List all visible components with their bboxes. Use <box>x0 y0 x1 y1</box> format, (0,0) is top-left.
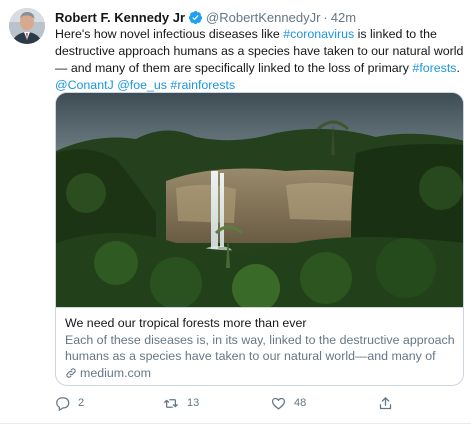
card-description: Each of these diseases is, in its way, l… <box>65 333 455 363</box>
tweet-text: Here's how novel infectious diseases lik… <box>55 26 465 94</box>
link-preview-card[interactable]: We need our tropical forests more than e… <box>55 92 464 386</box>
card-domain: medium.com <box>65 365 456 381</box>
header-separator: · <box>323 9 328 25</box>
tweet-header: Robert F. Kennedy Jr @RobertKennedyJr · … <box>55 7 461 27</box>
card-domain-text: medium.com <box>80 366 151 380</box>
reply-icon <box>56 396 70 411</box>
tweet-text-part: Here's how novel infectious diseases lik… <box>55 27 284 41</box>
verified-badge-icon <box>188 10 203 24</box>
hashtag-coronavirus[interactable]: #coronavirus <box>283 27 354 41</box>
avatar-photo <box>9 8 45 44</box>
tweet[interactable]: Robert F. Kennedy Jr @RobertKennedyJr · … <box>0 0 471 424</box>
like-icon <box>271 397 286 410</box>
share-icon <box>379 396 392 409</box>
reply-count: 2 <box>78 397 85 409</box>
author-name[interactable]: Robert F. Kennedy Jr <box>55 10 185 25</box>
share-button[interactable] <box>378 396 393 411</box>
like-count: 48 <box>294 397 307 409</box>
mention-foe-us[interactable]: @foe_us <box>117 78 167 92</box>
avatar[interactable] <box>9 8 45 44</box>
card-text[interactable]: We need our tropical forests more than e… <box>56 307 463 385</box>
retweet-count: 13 <box>187 397 200 409</box>
retweet-button[interactable]: 13 <box>163 396 199 411</box>
tweet-timestamp[interactable]: 42m <box>331 10 356 25</box>
hashtag-rainforests[interactable]: #rainforests <box>170 78 235 92</box>
tweet-actions: 2 13 48 <box>55 394 415 412</box>
like-button[interactable]: 48 <box>271 396 306 411</box>
mention-conantj[interactable]: @ConantJ <box>55 78 114 92</box>
hashtag-forests[interactable]: #forests <box>412 61 456 75</box>
link-icon <box>66 368 76 378</box>
reply-button[interactable]: 2 <box>55 396 84 411</box>
card-image[interactable] <box>56 93 464 307</box>
retweet-icon <box>164 398 178 408</box>
card-title: We need our tropical forests more than e… <box>65 316 307 330</box>
author-handle[interactable]: @RobertKennedyJr <box>206 10 320 25</box>
tweet-text-part: . <box>456 61 460 75</box>
